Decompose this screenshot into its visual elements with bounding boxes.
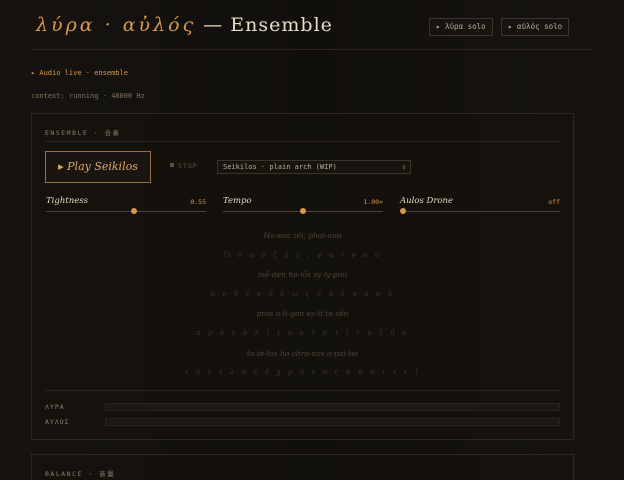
slider-value: 1.00×	[363, 198, 383, 206]
stop-label: STOP	[178, 162, 198, 170]
title-greek: λύρα · αὐλός	[36, 14, 197, 36]
balance-heading: BALANCE · 音量	[45, 470, 116, 478]
meter-bar	[105, 418, 560, 426]
piece-select[interactable]: Seikilos · plain arch (WIP) ⇕	[217, 160, 411, 174]
divider	[45, 390, 560, 391]
lyric-line-latin: Ho-son zêi, phai-nou	[263, 231, 342, 240]
meter-label: ΑΥΛΟΣ	[45, 418, 70, 426]
meter-label: ΛΥΡΑ	[45, 403, 65, 411]
slider-knob[interactable]	[400, 208, 406, 214]
slider-value: 0.55	[190, 198, 206, 206]
divider	[45, 141, 560, 142]
slider-knob[interactable]	[131, 208, 137, 214]
aulos-drone-slider[interactable]: Aulos Drone off	[400, 196, 560, 218]
title-suffix: — Ensemble	[196, 14, 333, 36]
page-title: λύρα · αὐλός — Ensemble	[36, 14, 333, 36]
lyric-line-greek: τ ὸ τ έ λ ο ς ὁ χ ρ ό ν ο ς ἀ π α ι τ ε …	[184, 368, 421, 377]
slider-knob[interactable]	[300, 208, 306, 214]
slider-track[interactable]	[46, 211, 206, 212]
slider-track[interactable]	[400, 211, 560, 212]
lyrics-display: Ho-son zêi, phai-nou Ὅ σ ο ν ζ ῇ ς , φ α…	[45, 226, 560, 383]
play-seikilos-button[interactable]: ▸ Play Seikilos	[45, 151, 151, 183]
lyric-line-latin: to te-los ho chro-nos a-pai-tei	[246, 348, 359, 358]
lyric-line-greek: Ὅ σ ο ν ζ ῇ ς , φ α ί ν ο υ	[223, 250, 382, 259]
aulos-meter: ΑΥΛΟΣ	[45, 417, 560, 427]
tightness-slider[interactable]: Tightness 0.55	[46, 196, 206, 218]
context-status: context: running · 48000 Hz	[31, 92, 145, 100]
slider-label: Tightness	[46, 196, 88, 206]
lyra-solo-button[interactable]: ▸ λύρα solo	[429, 18, 493, 36]
header: λύρα · αὐλός — Ensemble ▸ λύρα solo ▸ αὐ…	[31, 10, 593, 50]
stop-button[interactable]: STOP	[170, 162, 198, 170]
piece-select-value: Seikilos · plain arch (WIP)	[223, 163, 337, 171]
lyra-meter: ΛΥΡΑ	[45, 402, 560, 412]
aulos-solo-button[interactable]: ▸ αὐλός solo	[501, 18, 570, 36]
ensemble-panel: ENSEMBLE · 合奏 ▸ Play Seikilos STOP Seiki…	[31, 113, 574, 440]
stop-icon	[170, 163, 174, 167]
lyric-line-greek: π ρ ὸ ς ὀ λ ί γ ο ν ἐ σ τ ὶ τ ὸ ζ ῆ ν	[196, 328, 409, 337]
tempo-slider[interactable]: Tempo 1.00×	[223, 196, 383, 218]
slider-value: off	[548, 198, 560, 206]
meter-bar	[105, 403, 560, 411]
slider-label: Tempo	[223, 196, 252, 206]
lyric-line-latin: mê-den ho-lôs sy ly-pou	[257, 270, 348, 280]
ensemble-heading: ENSEMBLE · 合奏	[45, 129, 121, 137]
chevron-updown-icon: ⇕	[401, 163, 406, 171]
lyric-line-latin: pros o-li-gon es-ti to zên	[256, 309, 349, 319]
audio-status: ▸ Audio live · ensemble	[31, 69, 128, 77]
lyric-line-greek: μ η δ ὲ ν ὅ λ ω ς σ ὺ λ υ π ο ῦ	[210, 289, 395, 298]
slider-label: Aulos Drone	[400, 196, 454, 206]
balance-panel: BALANCE · 音量	[31, 454, 574, 480]
